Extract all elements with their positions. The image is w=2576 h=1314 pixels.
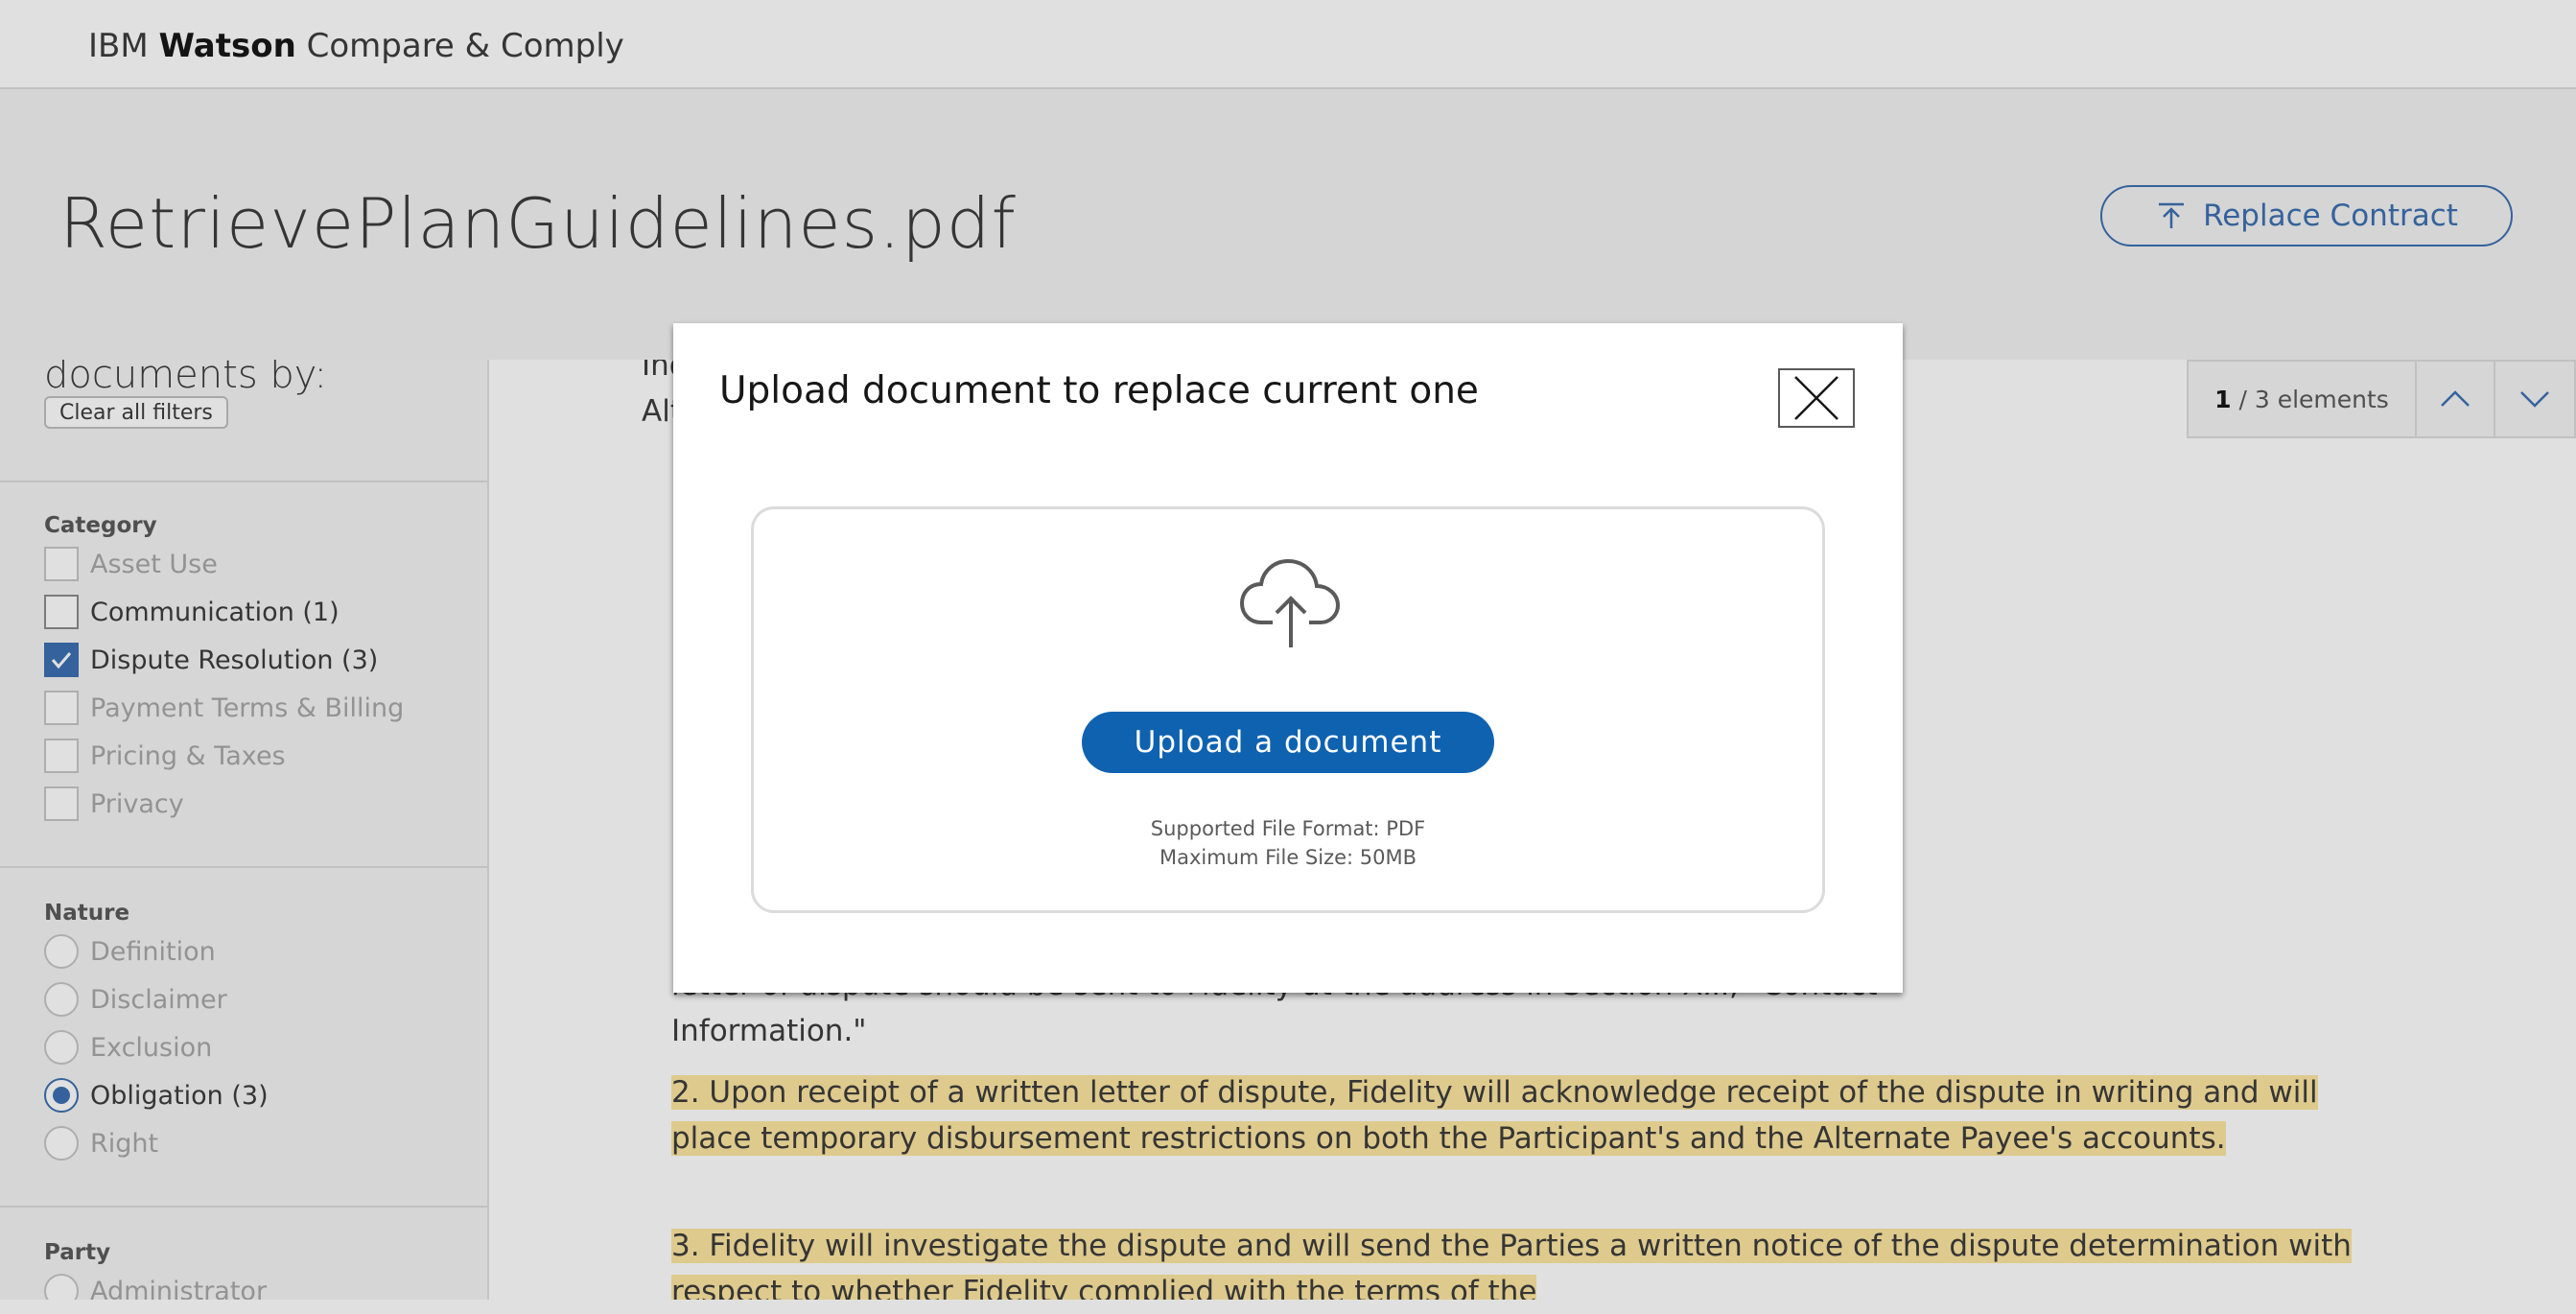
cloud-upload-icon	[1239, 558, 1341, 647]
close-icon	[1794, 376, 1838, 420]
modal-title: Upload document to replace current one	[719, 369, 1479, 412]
upload-modal: Upload document to replace current one U…	[673, 323, 1903, 993]
max-file-size-text: Maximum File Size: 50MB	[1159, 846, 1417, 869]
file-dropzone[interactable]: Upload a document Supported File Format:…	[751, 506, 1825, 913]
supported-format-text: Supported File Format: PDF	[1150, 817, 1426, 840]
close-button[interactable]	[1778, 368, 1855, 428]
upload-document-button[interactable]: Upload a document	[1082, 712, 1494, 773]
